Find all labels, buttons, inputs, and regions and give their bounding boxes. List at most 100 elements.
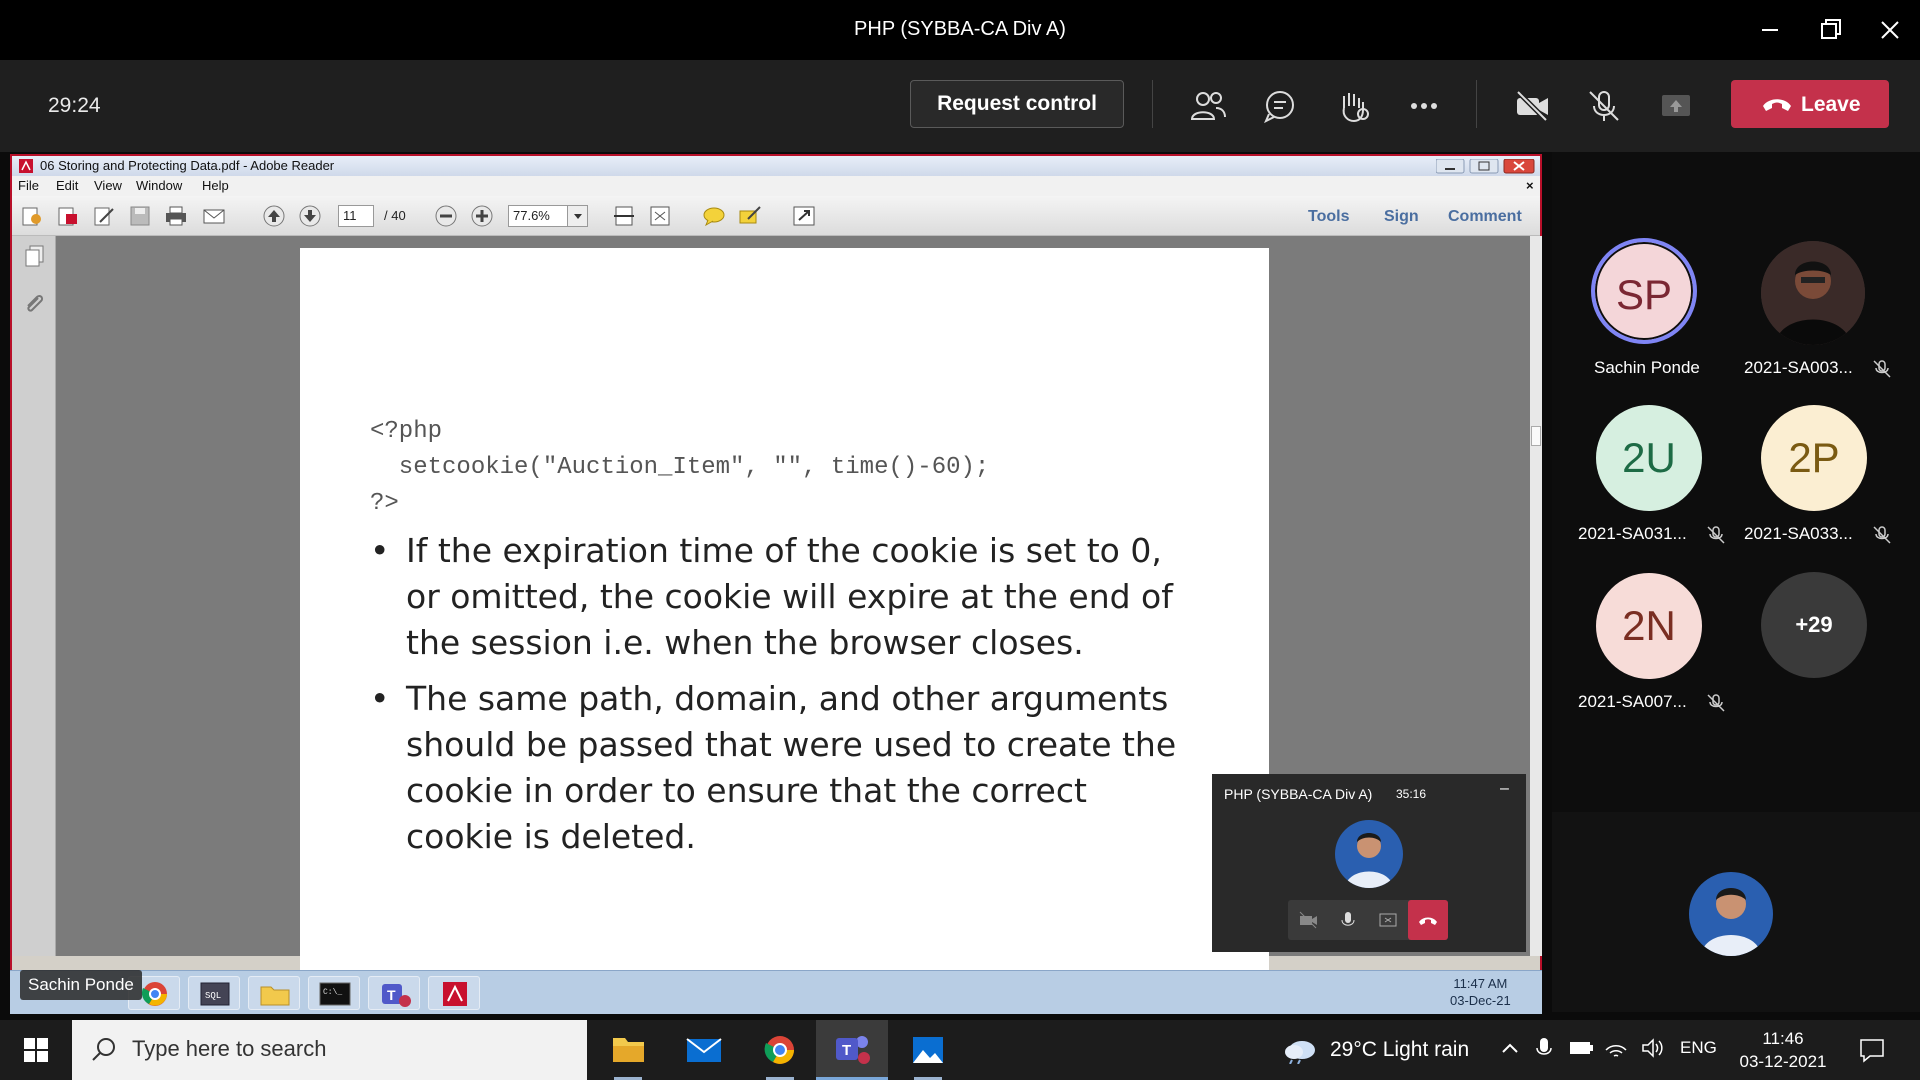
wifi-icon[interactable] <box>1604 1036 1628 1060</box>
comment-icon[interactable] <box>702 205 726 227</box>
participant-initials: 2P <box>1788 434 1840 481</box>
sql-icon: SQL <box>188 976 240 1010</box>
camera-off-icon[interactable] <box>1512 86 1552 126</box>
avatar <box>1335 820 1403 888</box>
zoom-out-icon[interactable] <box>434 205 458 227</box>
mic-off-icon[interactable] <box>1584 86 1624 126</box>
share-icon[interactable] <box>1378 910 1398 930</box>
file-explorer-icon[interactable] <box>592 1020 664 1080</box>
bullet-line: cookie in order to ensure that the corre… <box>406 771 1087 810</box>
meeting-timer: 29:24 <box>48 94 101 117</box>
save-icon[interactable] <box>128 205 152 227</box>
chrome-icon[interactable] <box>744 1020 816 1080</box>
battery-icon[interactable] <box>1568 1038 1594 1058</box>
microphone-icon[interactable] <box>1534 1036 1554 1060</box>
taskbar-search-input[interactable]: Type here to search <box>72 1020 587 1080</box>
fit-page-icon[interactable] <box>612 205 636 227</box>
edit-icon[interactable] <box>92 205 116 227</box>
create-icon[interactable] <box>20 205 44 227</box>
menu-file[interactable]: File <box>18 178 39 193</box>
participant-name: 2021-SA031... <box>1578 524 1687 543</box>
leave-button[interactable]: Leave <box>1731 80 1889 128</box>
start-button[interactable] <box>0 1020 72 1080</box>
bullet-line: the session i.e. when the browser closes… <box>406 623 1084 662</box>
bullet-item-1: • If the expiration time of the cookie i… <box>370 528 1173 666</box>
zoom-in-icon[interactable] <box>470 205 494 227</box>
svg-text:SQL: SQL <box>205 991 221 1001</box>
attachments-icon[interactable] <box>22 292 46 316</box>
sign-link[interactable]: Sign <box>1384 208 1419 226</box>
more-participants-count: +29 <box>1795 612 1833 637</box>
participant-avatar[interactable]: 2N <box>1596 573 1702 679</box>
raise-hand-icon[interactable] <box>1332 86 1372 126</box>
participants-icon[interactable] <box>1188 86 1228 126</box>
shared-clock: 11:47 AM 03-Dec-21 <box>1450 975 1511 1009</box>
pages-panel-icon[interactable] <box>22 244 46 268</box>
participant-avatar[interactable] <box>1761 241 1865 345</box>
shared-taskbar: SQL C:\_ T 11:47 AM 03-Dec-21 <box>10 970 1542 1014</box>
photos-icon[interactable] <box>892 1020 964 1080</box>
svg-text:T: T <box>842 1042 851 1059</box>
bullet-line: should be passed that were used to creat… <box>406 725 1177 764</box>
highlight-icon[interactable] <box>738 205 762 227</box>
close-button[interactable] <box>1872 12 1908 48</box>
mini-call-title: PHP (SYBBA-CA Div A) <box>1224 786 1373 802</box>
clock-date: 03-12-2021 <box>1739 1052 1827 1071</box>
participant-avatar[interactable]: 2U <box>1596 405 1702 511</box>
fit-width-icon[interactable] <box>648 205 672 227</box>
comment-link[interactable]: Comment <box>1448 208 1522 226</box>
shared-time: 11:47 AM <box>1453 976 1508 991</box>
mini-call-window[interactable]: PHP (SYBBA-CA Div A) 35:16 – <box>1212 774 1526 952</box>
page-total: / 40 <box>384 208 406 223</box>
participant-name: 2021-SA003... <box>1744 358 1853 377</box>
tools-link[interactable]: Tools <box>1308 208 1349 226</box>
menu-window[interactable]: Window <box>136 178 182 193</box>
email-icon[interactable] <box>202 205 226 227</box>
mic-off-icon <box>1706 693 1726 713</box>
participant-avatar[interactable]: 2P <box>1761 405 1867 511</box>
hang-up-button[interactable] <box>1408 900 1448 940</box>
self-avatar <box>1689 872 1773 956</box>
zoom-select[interactable]: 77.6% <box>508 205 588 227</box>
page-number-input[interactable]: 11 <box>338 205 374 227</box>
language-indicator[interactable]: ENG <box>1680 1038 1717 1058</box>
search-icon <box>92 1038 115 1061</box>
mic-icon[interactable] <box>1338 910 1358 930</box>
camera-off-icon[interactable] <box>1298 910 1318 930</box>
zoom-value: 77.6% <box>513 208 550 223</box>
mic-off-icon <box>1872 359 1892 379</box>
clock-time: 11:46 <box>1762 1029 1804 1048</box>
share-screen-icon[interactable] <box>1656 86 1696 126</box>
close-document-icon[interactable]: × <box>1526 178 1534 193</box>
teams-icon[interactable]: T <box>816 1020 888 1080</box>
chevron-up-icon[interactable] <box>1500 1038 1520 1058</box>
chat-icon[interactable] <box>1260 86 1300 126</box>
restore-button[interactable] <box>1812 12 1848 48</box>
participant-initials: 2N <box>1622 602 1676 649</box>
menu-help[interactable]: Help <box>202 178 229 193</box>
next-page-icon[interactable] <box>298 205 322 227</box>
notifications-icon[interactable] <box>1858 1036 1886 1064</box>
open-icon[interactable] <box>56 205 80 227</box>
mail-icon[interactable] <box>668 1020 740 1080</box>
print-icon[interactable] <box>164 205 188 227</box>
minimize-button[interactable] <box>1752 12 1788 48</box>
vertical-scrollbar[interactable] <box>1530 236 1542 956</box>
volume-icon[interactable] <box>1640 1036 1664 1060</box>
minimize-icon[interactable]: – <box>1500 780 1509 798</box>
taskbar-clock[interactable]: 11:46 03-12-2021 <box>1734 1027 1832 1073</box>
full-screen-icon[interactable] <box>792 205 816 227</box>
menu-view[interactable]: View <box>94 178 122 193</box>
participant-avatar[interactable]: SP <box>1591 238 1697 344</box>
code-line: <?php <box>370 418 443 445</box>
more-participants-button[interactable]: +29 <box>1761 572 1867 678</box>
previous-page-icon[interactable] <box>262 205 286 227</box>
request-control-button[interactable]: Request control <box>910 80 1124 128</box>
reader-toolbar: 11 / 40 77.6% Tools Sign Comment <box>12 196 1540 236</box>
more-options-icon[interactable] <box>1404 86 1444 126</box>
self-video-area <box>1552 812 1920 1012</box>
search-placeholder: Type here to search <box>132 1036 327 1061</box>
chevron-down-icon <box>567 206 587 226</box>
weather-text[interactable]: 29°C Light rain <box>1330 1038 1469 1062</box>
menu-edit[interactable]: Edit <box>56 178 78 193</box>
